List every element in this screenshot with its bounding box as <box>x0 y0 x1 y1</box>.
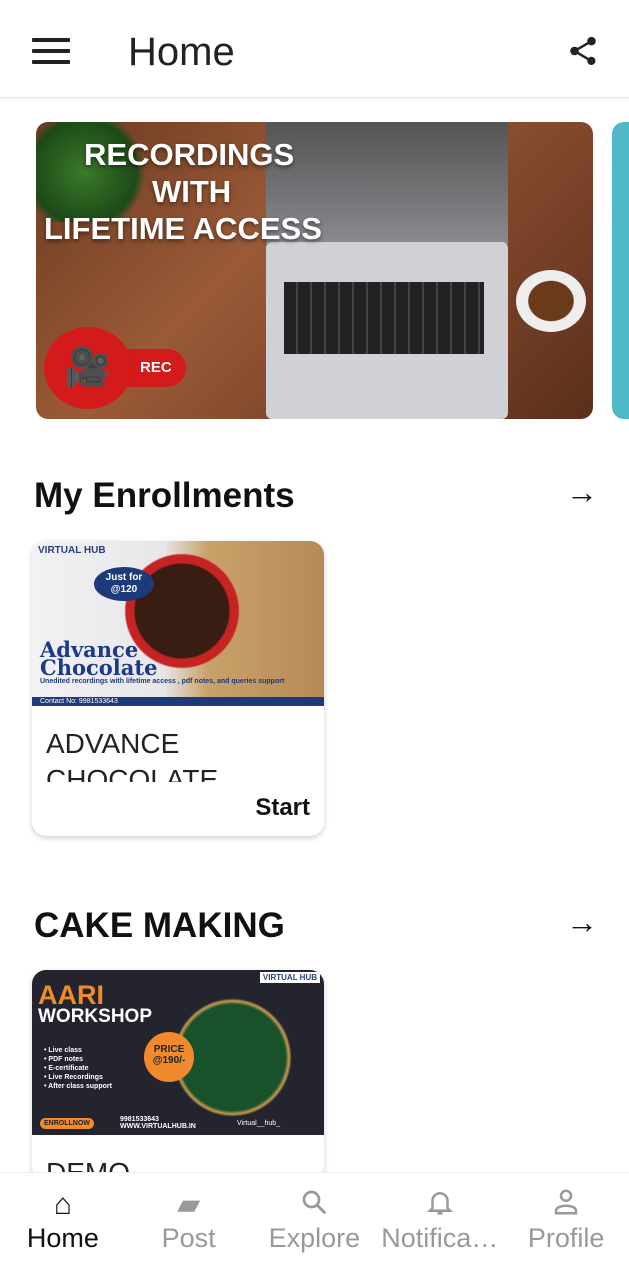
nav-notifications[interactable]: Notifications <box>377 1173 503 1280</box>
cake-making-heading: CAKE MAKING <box>34 906 285 945</box>
bottom-navigation: ⌂Home ▰Post Explore Notifications Profil… <box>0 1172 629 1280</box>
nav-label: Post <box>161 1223 216 1253</box>
profile-icon <box>503 1187 629 1223</box>
nav-label: Profile <box>527 1223 605 1253</box>
laptop-image <box>266 242 508 419</box>
nav-post[interactable]: ▰ Post <box>126 1173 252 1280</box>
course-thumbnail: VIRTUAL HUB AARI WORKSHOP PRICE @190/- • … <box>32 970 324 1135</box>
thumbnail-subtitle: WORKSHOP <box>38 1006 152 1027</box>
page-title: Home <box>128 30 235 74</box>
bell-icon <box>377 1187 503 1223</box>
coffee-cup-image <box>516 270 586 332</box>
contact-info: 9981533643 WWW.VIRTUALHUB.IN <box>120 1116 196 1130</box>
banner-line1: RECORDINGS <box>84 137 295 172</box>
nav-label: Notifications <box>381 1223 503 1253</box>
price-badge: Just for @120 <box>94 567 154 601</box>
home-icon: ⌂ <box>53 1188 72 1221</box>
course-title: ADVANCE CHOCOLATE MAKING <box>46 728 219 782</box>
arrow-right-icon[interactable]: → <box>566 474 598 511</box>
nav-profile[interactable]: Profile <box>503 1173 629 1280</box>
course-card[interactable]: VIRTUAL HUB AARI WORKSHOP PRICE @190/- • … <box>32 970 324 1180</box>
nav-label: Explore <box>268 1223 361 1253</box>
arrow-right-icon[interactable]: → <box>566 904 598 941</box>
my-enrollments-heading: My Enrollments <box>34 476 295 515</box>
post-icon: ▰ <box>177 1188 201 1221</box>
app-bar: Home <box>0 0 629 98</box>
share-icon[interactable] <box>566 33 600 69</box>
enroll-label: ENROLLNOW <box>40 1118 94 1129</box>
search-icon <box>252 1187 378 1223</box>
nav-home[interactable]: ⌂ Home <box>0 1173 126 1280</box>
video-camera-icon: 🎥 <box>44 327 132 409</box>
course-thumbnail: VIRTUAL HUB Just for @120 Advance Chocolat… <box>32 541 324 706</box>
start-button[interactable]: Start <box>32 782 324 836</box>
nav-label: Home <box>26 1223 99 1253</box>
brand-text: VIRTUAL HUB <box>259 972 320 983</box>
promo-banner[interactable]: RECORDINGS WITH LIFETIME ACCESS REC 🎥 <box>36 122 593 419</box>
feature-list: • Live class • PDF notes • E-certificate… <box>44 1047 112 1090</box>
instagram-handle: Virtual__hub_ <box>237 1120 281 1127</box>
rec-badge: REC 🎥 <box>44 327 186 409</box>
course-card[interactable]: VIRTUAL HUB Just for @120 Advance Chocolat… <box>32 541 324 836</box>
nav-explore[interactable]: Explore <box>252 1173 378 1280</box>
banner-line2: WITH <box>152 174 232 209</box>
thumbnail-contact: Contact No: 9981533643 <box>32 697 324 706</box>
banner-line3: LIFETIME ACCESS <box>44 211 322 246</box>
price-badge: PRICE @190/- <box>144 1032 194 1082</box>
brand-text: VIRTUAL HUB <box>38 545 106 556</box>
thumbnail-subtitle: Unedited recordings with lifetime access… <box>40 678 285 685</box>
next-banner[interactable] <box>612 122 629 419</box>
thumbnail-title: Advance Chocolate <box>40 637 158 680</box>
hamburger-menu-icon[interactable] <box>32 38 70 64</box>
